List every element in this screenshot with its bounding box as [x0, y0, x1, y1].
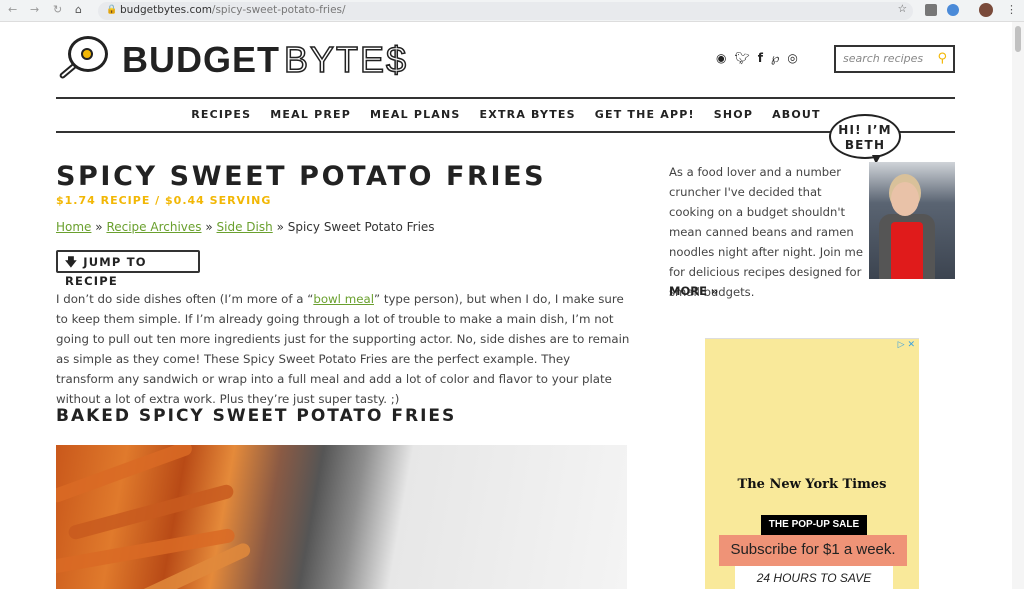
- divider: [56, 131, 955, 133]
- nav-about[interactable]: ABOUT: [772, 108, 821, 121]
- extension-icon[interactable]: [947, 4, 959, 16]
- site-logo[interactable]: BUDGET BYTE$: [56, 34, 408, 86]
- page-title: SPICY SWEET POTATO FRIES: [56, 161, 547, 192]
- breadcrumb-home[interactable]: Home: [56, 220, 91, 234]
- intro-text: ” type person), but when I do, I make su…: [56, 292, 630, 406]
- scrollbar-thumb[interactable]: [1015, 26, 1021, 52]
- search-input[interactable]: search recipes ⚲: [834, 45, 955, 73]
- extension-icon[interactable]: [925, 4, 937, 16]
- facebook-icon[interactable]: f: [758, 51, 763, 65]
- breadcrumb-separator: »: [276, 220, 284, 234]
- arrow-down-icon: 🡇: [65, 255, 79, 269]
- twitter-icon[interactable]: 🐦︎: [734, 51, 749, 65]
- url-domain: budgetbytes.com: [120, 4, 212, 16]
- browser-toolbar: ← → ↻ ⌂ 🔒 budgetbytes.com/spicy-sweet-pot…: [0, 0, 1024, 22]
- breadcrumb-separator: »: [95, 220, 103, 234]
- section-heading: BAKED SPICY SWEET POTATO FRIES: [56, 406, 457, 426]
- instagram-icon[interactable]: ◎: [787, 51, 797, 65]
- url-path: /spicy-sweet-potato-fries/: [211, 4, 346, 16]
- scrollbar[interactable]: [1012, 22, 1024, 589]
- intro-text: I don’t do side dishes often (I’m more o…: [56, 292, 314, 306]
- pinterest-icon[interactable]: ℘: [771, 51, 779, 65]
- jump-to-recipe-button[interactable]: 🡇 JUMP TO RECIPE: [56, 250, 200, 288]
- forward-icon[interactable]: →: [30, 3, 39, 16]
- nav-get-the-app[interactable]: GET THE APP!: [595, 108, 695, 121]
- ad-tag: THE POP-UP SALE: [761, 515, 867, 535]
- lock-icon: 🔒: [106, 5, 118, 15]
- ad-brand: The New York Times: [737, 477, 887, 492]
- jump-label: JUMP TO RECIPE: [65, 255, 147, 288]
- breadcrumb-current: Spicy Sweet Potato Fries: [287, 220, 435, 234]
- recipe-cost: $1.74 RECIPE / $0.44 SERVING: [56, 194, 272, 207]
- sweet-potato-fries-photo: [56, 445, 627, 589]
- more-link[interactable]: MORE »: [669, 284, 718, 298]
- logo-text-outline: BYTE$: [283, 38, 409, 81]
- breadcrumb-archives[interactable]: Recipe Archives: [106, 220, 201, 234]
- breadcrumb-separator: »: [205, 220, 213, 234]
- breadcrumb-category[interactable]: Side Dish: [217, 220, 273, 234]
- advertisement[interactable]: ▷ ✕ The New York Times THE POP-UP SALE S…: [705, 338, 919, 590]
- address-bar[interactable]: 🔒 budgetbytes.com/spicy-sweet-potato-frie…: [98, 2, 913, 20]
- rss-icon[interactable]: ◉: [716, 51, 726, 65]
- nav-recipes[interactable]: RECIPES: [191, 108, 251, 121]
- nav-extra-bytes[interactable]: EXTRA BYTES: [480, 108, 576, 121]
- profile-avatar[interactable]: [979, 3, 993, 17]
- skillet-egg-icon: [56, 34, 112, 86]
- adchoices-icon[interactable]: ▷ ✕: [898, 340, 915, 350]
- nav-shop[interactable]: SHOP: [714, 108, 753, 121]
- menu-icon[interactable]: ⋮: [1006, 3, 1017, 16]
- nav-meal-prep[interactable]: MEAL PREP: [270, 108, 351, 121]
- ad-offer[interactable]: Subscribe for $1 a week.: [719, 535, 907, 566]
- star-icon[interactable]: ☆: [898, 3, 907, 15]
- hi-im-beth-bubble: HI! I’M BETH: [829, 114, 901, 159]
- back-icon[interactable]: ←: [8, 3, 17, 16]
- home-icon[interactable]: ⌂: [75, 3, 82, 16]
- divider: [56, 97, 955, 99]
- breadcrumb: Home » Recipe Archives » Side Dish » Spi…: [56, 220, 435, 234]
- about-blurb: As a food lover and a number cruncher I'…: [669, 165, 863, 299]
- author-photo: [869, 162, 955, 279]
- bowl-meal-link[interactable]: bowl meal: [313, 292, 374, 306]
- nav-meal-plans[interactable]: MEAL PLANS: [370, 108, 461, 121]
- reload-icon[interactable]: ↻: [53, 3, 62, 16]
- ad-urgency: 24 HOURS TO SAVE: [735, 566, 893, 590]
- search-placeholder: search recipes: [843, 52, 924, 65]
- search-icon[interactable]: ⚲: [937, 51, 947, 66]
- intro-paragraph: I don’t do side dishes often (I’m more o…: [56, 289, 631, 409]
- logo-text-bold: BUDGET: [122, 39, 280, 80]
- social-links: ◉ 🐦︎ f ℘ ◎: [716, 51, 798, 65]
